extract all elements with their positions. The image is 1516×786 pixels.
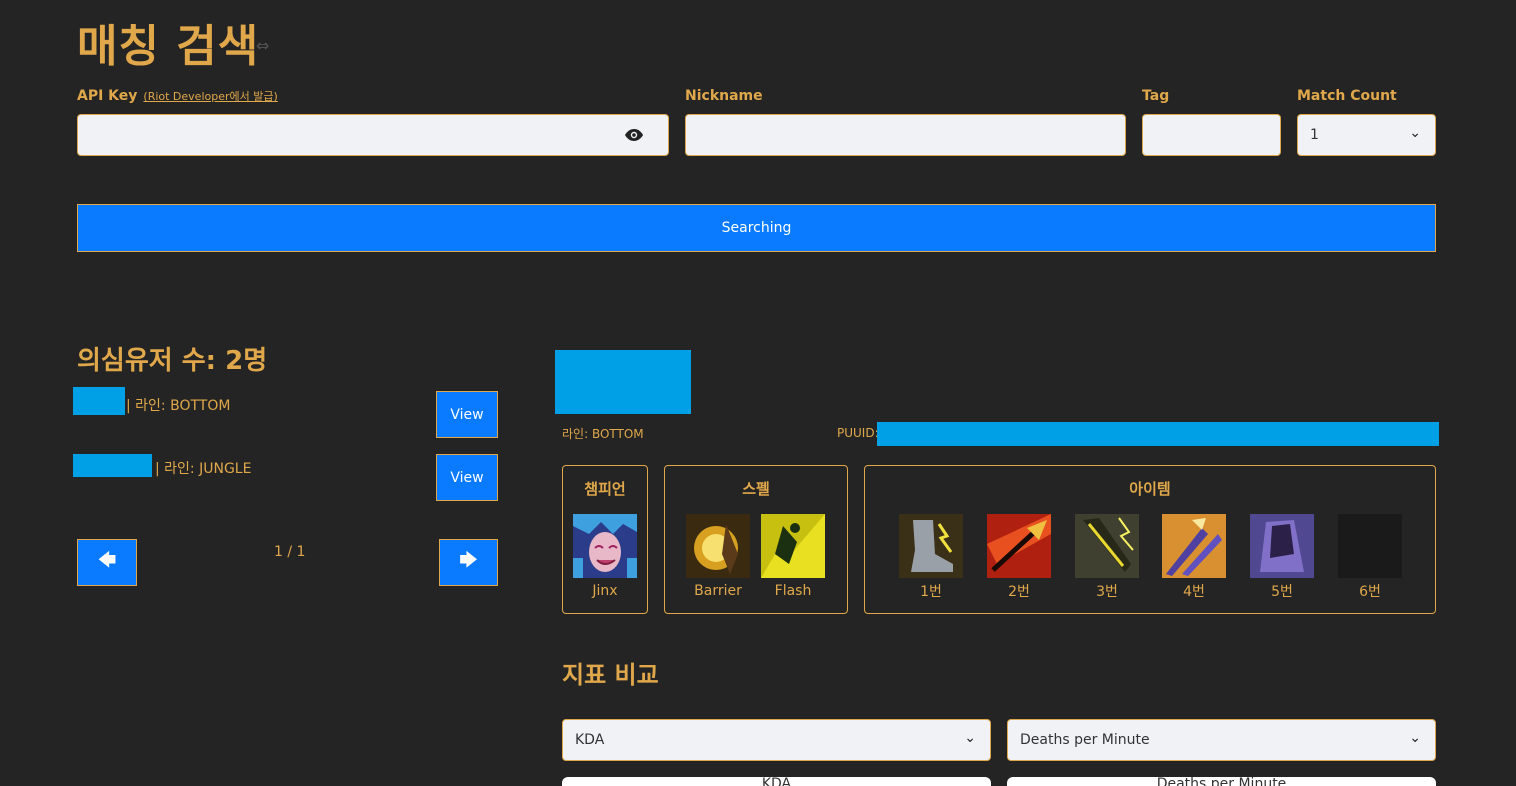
right-metric-value: Deaths per Minute <box>1020 732 1150 748</box>
redacted-nickname <box>73 454 152 477</box>
match-count-label: Match Count <box>1297 88 1397 104</box>
flash-spell-icon <box>761 514 825 578</box>
spell-name: Flash <box>774 583 812 599</box>
nickname-label: Nickname <box>685 88 763 104</box>
chevron-down-icon: ⌄ <box>964 730 976 746</box>
barrier-spell-icon <box>686 514 750 578</box>
spell-name: Barrier <box>694 583 742 599</box>
spell-title: 스펠 <box>742 480 770 498</box>
spear-item-icon <box>987 514 1051 578</box>
link-icon[interactable]: ⇔ <box>256 36 269 55</box>
spell-box: 스펠 Barrier Flash <box>664 465 848 614</box>
suspect-count-title: 의심유저 수: 2명 <box>77 346 268 376</box>
left-metric-value: KDA <box>575 732 605 748</box>
api-key-input[interactable] <box>77 114 669 156</box>
right-chart-title: Deaths per Minute <box>1156 777 1287 786</box>
sword-item-icon <box>1075 514 1139 578</box>
redacted-nickname <box>73 387 125 415</box>
champion-name: Jinx <box>592 583 618 599</box>
tag-label: Tag <box>1142 88 1170 104</box>
match-count-select[interactable]: 1 ⌄ <box>1297 114 1436 156</box>
item-title: 아이템 <box>1129 480 1171 498</box>
eye-icon[interactable] <box>624 128 644 142</box>
api-key-label-text: API Key <box>77 88 138 104</box>
chevron-down-icon: ⌄ <box>1409 730 1421 746</box>
item-slot-label: 6번 <box>1359 584 1381 600</box>
champion-box: 챔피언 Jinx <box>562 465 648 614</box>
jinx-champion-icon <box>573 514 637 578</box>
redacted-puuid <box>877 422 1439 446</box>
left-metric-select[interactable]: KDA ⌄ <box>562 719 991 761</box>
item-box: 아이템 1번 2번 3번 4번 5번 6번 <box>864 465 1436 614</box>
search-button[interactable]: Searching <box>77 204 1436 252</box>
champion-title: 챔피언 <box>584 480 626 498</box>
arrow-right-icon: 🡆 <box>459 549 478 571</box>
suspect-lane: | 라인: BOTTOM <box>126 398 231 414</box>
redacted-summoner <box>555 350 691 414</box>
page-title: 매칭 검색 <box>77 21 260 72</box>
item-slot-label: 1번 <box>920 584 942 600</box>
empty-item-slot <box>1338 514 1402 578</box>
tag-input[interactable] <box>1142 114 1281 156</box>
pagination-label: 1 / 1 <box>274 544 306 560</box>
item-slot-label: 4번 <box>1183 584 1205 600</box>
cloak-item-icon <box>1250 514 1314 578</box>
blade-item-icon <box>1162 514 1226 578</box>
suspect-lane: | 라인: JUNGLE <box>155 461 252 477</box>
view-button[interactable]: View <box>436 391 498 438</box>
api-key-label: API Key (Riot Developer에서 발급) <box>77 88 278 104</box>
item-slot-label: 2번 <box>1008 584 1030 600</box>
left-chart-card: KDA <box>562 777 991 786</box>
left-chart-title: KDA <box>761 777 792 786</box>
detail-lane: 라인: BOTTOM <box>562 427 644 441</box>
right-chart-card: Deaths per Minute <box>1007 777 1436 786</box>
compare-title: 지표 비교 <box>562 661 659 689</box>
prev-page-button[interactable]: 🡄 <box>77 539 137 586</box>
puuid-label: PUUID: <box>837 426 879 440</box>
match-count-value: 1 <box>1310 127 1319 143</box>
riot-developer-link[interactable]: (Riot Developer에서 발급) <box>143 90 277 103</box>
next-page-button[interactable]: 🡆 <box>439 539 498 586</box>
item-slot-label: 3번 <box>1096 584 1118 600</box>
arrow-left-icon: 🡄 <box>97 549 117 571</box>
chevron-down-icon: ⌄ <box>1409 125 1421 141</box>
boots-item-icon <box>899 514 963 578</box>
item-slot-label: 5번 <box>1271 584 1293 600</box>
nickname-input[interactable] <box>685 114 1126 156</box>
right-metric-select[interactable]: Deaths per Minute ⌄ <box>1007 719 1436 761</box>
view-button[interactable]: View <box>436 454 498 501</box>
